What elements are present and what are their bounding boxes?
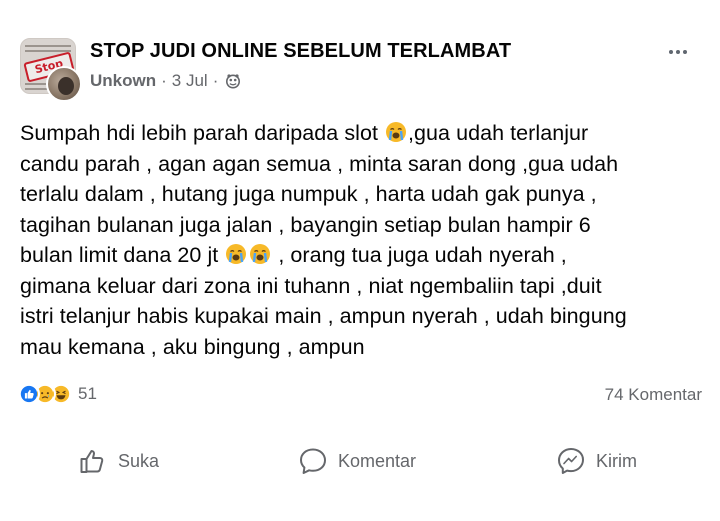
more-options-button[interactable] [664, 42, 692, 62]
comment-button[interactable]: Komentar [298, 436, 416, 486]
post-text-line: istri telanjur habis kupakai main , ampu… [20, 304, 627, 328]
reactions-summary[interactable]: 51 [18, 383, 97, 405]
post-header: Stop STOP JUDI ONLINE SEBELUM TERLAMBAT … [20, 38, 700, 102]
like-reaction-icon [18, 383, 40, 405]
post-text-line: mau kemana , aku bingung , ampun [20, 334, 365, 359]
meta-separator: · [212, 71, 219, 90]
post-actions-bar: Suka Komentar Kirim [0, 436, 720, 486]
post-text-line: bulan limit dana 20 jt , orang tua juga … [20, 243, 567, 267]
post-text-line: Sumpah hdi lebih parah daripada slot ,gu… [20, 121, 589, 145]
comment-count-link[interactable]: 74 Komentar [605, 385, 702, 405]
post-text-line: gimana keluar dari zona ini tuhann , nia… [20, 273, 602, 298]
messenger-icon [558, 448, 584, 474]
loudly-crying-face-icon [250, 244, 271, 264]
loudly-crying-face-icon [386, 122, 407, 142]
thumbs-up-icon [80, 450, 104, 473]
post-stats: 51 74 Komentar [18, 381, 702, 409]
author-name-link[interactable]: Unkown [90, 71, 156, 91]
post-text-line: terlalu dalam , hutang juga numpuk , har… [20, 182, 597, 206]
like-label: Suka [118, 450, 160, 471]
loudly-crying-face-icon [226, 244, 247, 264]
post-text-line: tagihan bulanan juga jalan , bayangin se… [20, 212, 591, 237]
send-label: Kirim [596, 450, 637, 471]
comment-bubble-icon [300, 448, 326, 474]
more-dots-icon [669, 50, 673, 54]
meta-separator: · [161, 71, 167, 90]
group-audience-icon[interactable] [225, 73, 241, 89]
post-meta: Unkown · 3 Jul · [90, 71, 241, 91]
group-name-link[interactable]: STOP JUDI ONLINE SEBELUM TERLAMBAT [90, 40, 511, 63]
post-date-link[interactable]: 3 Jul [172, 71, 208, 91]
post-text-line: candu parah , agan agan semua , minta sa… [20, 151, 619, 176]
comment-label: Komentar [338, 450, 417, 471]
post-text: Sumpah hdi lebih parah daripada slot ,gu… [20, 118, 700, 362]
user-avatar[interactable] [46, 66, 82, 102]
avatar-stack[interactable]: Stop [20, 38, 82, 102]
reaction-count[interactable]: 51 [78, 384, 97, 404]
like-button[interactable]: Suka [78, 436, 159, 486]
send-button[interactable]: Kirim [556, 436, 637, 486]
